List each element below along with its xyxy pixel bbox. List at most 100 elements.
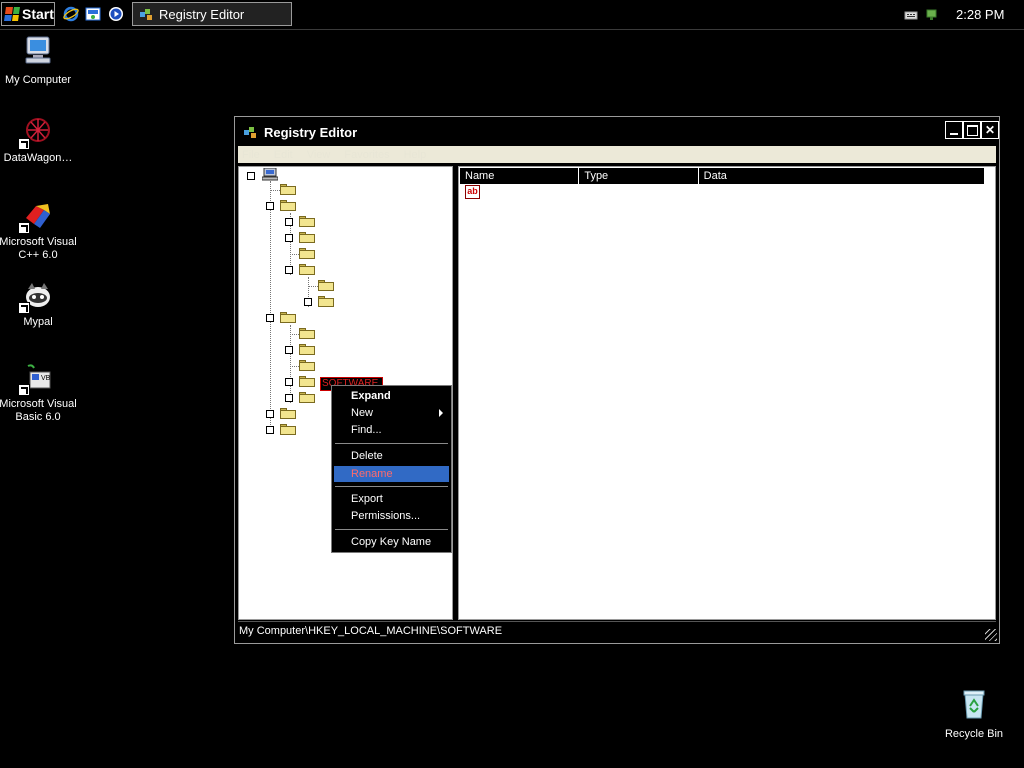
internet-explorer-icon[interactable] [63, 6, 79, 22]
tree-expand-toggle[interactable] [266, 314, 274, 322]
registry-editor-window: Registry Editor ✕ File Edit View Favorit… [234, 116, 1000, 644]
maximize-button[interactable] [963, 121, 981, 139]
tree-expand-toggle[interactable] [247, 172, 255, 180]
desktop-icon-visual-cpp[interactable]: Microsoft Visual C++ 6.0 [0, 200, 80, 262]
shortcut-arrow-icon [18, 384, 30, 396]
tree-expand-toggle[interactable] [285, 378, 293, 386]
minimize-button[interactable] [945, 121, 963, 139]
column-header-type[interactable]: Type [579, 168, 699, 184]
my-computer-icon [25, 36, 51, 64]
menu-item-new-label: New [351, 407, 374, 419]
pane-splitter[interactable] [454, 166, 457, 620]
desktop-icon-my-computer[interactable]: My Computer [0, 34, 80, 87]
tree-line [290, 366, 299, 367]
tree-line [290, 325, 291, 403]
folder-icon[interactable] [299, 360, 315, 371]
tree-line [270, 190, 280, 191]
desktop-icon-label: Microsoft Visual C++ 6.0 [0, 236, 77, 261]
close-button[interactable]: ✕ [981, 121, 999, 139]
outlook-express-icon[interactable] [85, 6, 101, 22]
desktop-icon-label: Recycle Bin [944, 728, 1004, 740]
string-value-icon[interactable]: ab [465, 185, 480, 199]
folder-icon[interactable] [299, 232, 315, 243]
folder-icon[interactable] [299, 344, 315, 355]
folder-icon[interactable] [299, 264, 315, 275]
folder-icon[interactable] [299, 392, 315, 403]
menu-item-rename[interactable]: Rename [334, 466, 449, 482]
folder-icon[interactable] [299, 216, 315, 227]
menu-item-new[interactable]: New [334, 405, 449, 421]
taskbar-registry-editor-button[interactable]: Registry Editor [132, 2, 292, 26]
folder-icon[interactable] [299, 328, 315, 339]
folder-icon[interactable] [280, 184, 296, 195]
menu-item-permissions[interactable]: Permissions... [334, 508, 449, 524]
tree-expand-toggle[interactable] [304, 298, 312, 306]
registry-editor-icon [244, 127, 256, 138]
menu-bar: File Edit View Favorites Help [238, 146, 996, 163]
folder-icon[interactable] [280, 312, 296, 323]
tree-expand-toggle[interactable] [266, 202, 274, 210]
menu-view[interactable]: View [307, 149, 331, 161]
tree-expand-toggle[interactable] [285, 218, 293, 226]
column-header-data[interactable]: Data [699, 168, 985, 184]
start-button[interactable]: Start [1, 2, 55, 26]
tree-line [270, 181, 271, 433]
menu-item-find[interactable]: Find... [334, 422, 449, 438]
network-icon[interactable] [924, 7, 940, 23]
values-list[interactable]: Name Type Data ab [458, 166, 996, 620]
folder-icon[interactable] [280, 408, 296, 419]
title-bar[interactable]: Registry Editor [238, 120, 996, 144]
menu-item-delete[interactable]: Delete [334, 448, 449, 464]
tree-line [290, 334, 299, 335]
menu-edit[interactable]: Edit [274, 149, 293, 161]
tree-line [308, 286, 318, 287]
window-title: Registry Editor [264, 124, 358, 140]
desktop-icon-datawagon[interactable]: DataWagon… [0, 116, 80, 165]
folder-icon[interactable] [280, 200, 296, 211]
desktop-icon-mypal[interactable]: Mypal [0, 280, 80, 329]
computer-icon [262, 168, 278, 181]
tree-expand-toggle[interactable] [266, 426, 274, 434]
menu-separator [335, 486, 448, 487]
menu-favorites[interactable]: Favorites [344, 149, 389, 161]
media-player-icon[interactable] [108, 6, 124, 22]
folder-icon[interactable] [318, 296, 334, 307]
keyboard-icon[interactable] [904, 8, 918, 22]
resize-grip[interactable] [985, 629, 997, 641]
tree-expand-toggle[interactable] [266, 410, 274, 418]
menu-item-export[interactable]: Export [334, 491, 449, 507]
registry-editor-icon [140, 9, 152, 20]
tree-expand-toggle[interactable] [285, 394, 293, 402]
menu-separator [335, 529, 448, 530]
desktop-icon-visual-basic[interactable]: VB Microsoft Visual Basic 6.0 [0, 362, 80, 424]
folder-icon[interactable] [299, 248, 315, 259]
folder-icon[interactable] [280, 424, 296, 435]
desktop-icon-label: Mypal [23, 316, 53, 328]
tree-expand-toggle[interactable] [285, 346, 293, 354]
shortcut-arrow-icon [18, 302, 30, 314]
list-header: Name Type Data [460, 168, 985, 184]
recycle-bin-icon [963, 690, 985, 719]
menu-item-expand[interactable]: Expand [334, 388, 449, 404]
menu-item-copy-key-name[interactable]: Copy Key Name [334, 534, 449, 550]
clock[interactable]: 2:28 PM [956, 7, 1004, 22]
context-menu: Expand New Find... Delete Rename Export … [331, 385, 452, 553]
tree-expand-toggle[interactable] [285, 234, 293, 242]
folder-icon-software[interactable] [299, 376, 315, 387]
maximize-icon [966, 124, 978, 136]
windows-flag-icon [4, 7, 20, 21]
submenu-arrow-icon [439, 409, 443, 417]
close-icon: ✕ [984, 123, 996, 137]
status-bar: My Computer\HKEY_LOCAL_MACHINE\SOFTWARE [238, 621, 996, 640]
status-path: My Computer\HKEY_LOCAL_MACHINE\SOFTWARE [239, 625, 503, 637]
shortcut-arrow-icon [18, 138, 30, 150]
desktop-icon-label: My Computer [4, 74, 72, 86]
shortcut-arrow-icon [18, 222, 30, 234]
desktop-icon-recycle-bin[interactable]: Recycle Bin [932, 688, 1016, 741]
system-tray: 2:28 PM [898, 0, 1024, 29]
menu-file[interactable]: File [242, 149, 260, 161]
menu-help[interactable]: Help [404, 149, 427, 161]
column-header-name[interactable]: Name [460, 168, 580, 184]
tree-expand-toggle[interactable] [285, 266, 293, 274]
folder-icon[interactable] [318, 280, 334, 291]
